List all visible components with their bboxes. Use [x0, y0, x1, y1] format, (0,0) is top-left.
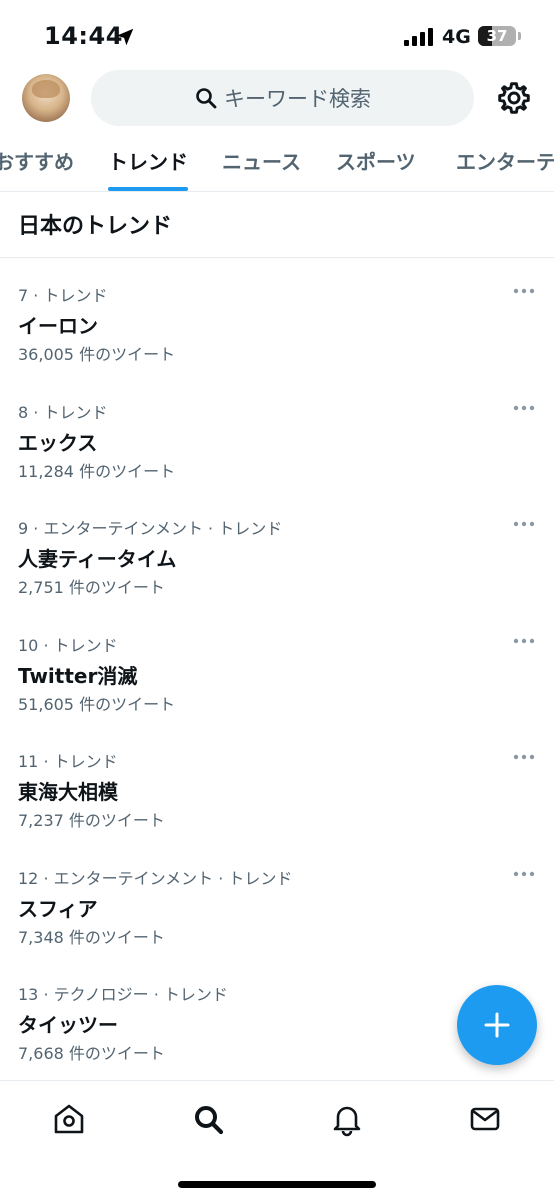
section-title: 日本のトレンド: [18, 214, 173, 239]
home-indicator: [178, 1181, 376, 1188]
more-icon[interactable]: [512, 869, 536, 879]
tab-recommended[interactable]: おすすめ: [0, 146, 74, 175]
home-icon[interactable]: [49, 1099, 89, 1139]
active-tab-indicator: [108, 187, 188, 191]
trend-name: 東海大相模: [18, 780, 118, 804]
trend-count: 2,751 件のツイート: [18, 578, 165, 597]
trend-meta: 9 · エンターテインメント · トレンド: [18, 519, 283, 538]
trend-list: 7 · トレンド イーロン 36,005 件のツイート 8 · トレンド エック…: [0, 266, 554, 1082]
trend-count: 7,237 件のツイート: [18, 811, 165, 830]
trend-name: スフィア: [18, 896, 98, 921]
trend-item[interactable]: 10 · トレンド Twitter消滅 51,605 件のツイート: [0, 616, 554, 733]
battery-icon: 37: [478, 26, 516, 46]
more-icon[interactable]: [512, 752, 536, 762]
trend-item[interactable]: 12 · エンターテインメント · トレンド スフィア 7,348 件のツイート: [0, 849, 554, 966]
plus-icon: [484, 1012, 510, 1038]
tab-news[interactable]: ニュース: [222, 146, 301, 175]
trend-count: 7,348 件のツイート: [18, 927, 165, 947]
search-icon: [196, 88, 217, 109]
search-input[interactable]: キーワード検索: [91, 70, 474, 126]
trend-name: タイッツー: [18, 1013, 118, 1037]
tab-sports[interactable]: スポーツ: [336, 146, 416, 175]
trend-meta: 12 · エンターテインメント · トレンド: [18, 868, 293, 888]
location-arrow-icon: [116, 28, 134, 46]
network-type: 4G: [442, 26, 471, 48]
trend-name: Twitter消滅: [18, 663, 138, 688]
compose-button[interactable]: [457, 985, 537, 1065]
search-icon[interactable]: [188, 1099, 228, 1139]
mail-icon[interactable]: [465, 1099, 505, 1139]
trend-item[interactable]: 9 · エンターテインメント · トレンド 人妻ティータイム 2,751 件のツ…: [0, 499, 554, 616]
avatar[interactable]: [22, 74, 70, 122]
status-time: 14:44: [44, 22, 123, 50]
trend-item[interactable]: 7 · トレンド イーロン 36,005 件のツイート: [0, 266, 554, 383]
more-icon[interactable]: [512, 403, 536, 413]
bottom-nav: [0, 1080, 554, 1199]
battery-cap: [518, 32, 521, 40]
trend-item[interactable]: 8 · トレンド エックス 11,284 件のツイート: [0, 383, 554, 500]
more-icon[interactable]: [512, 636, 536, 646]
battery-level: 37: [486, 27, 508, 45]
more-icon[interactable]: [512, 519, 536, 529]
more-icon[interactable]: [512, 286, 536, 296]
trend-meta: 7 · トレンド: [18, 286, 108, 305]
trend-count: 11,284 件のツイート: [18, 461, 176, 481]
status-bar: 14:44 4G 37: [0, 0, 554, 70]
signal-bars-icon: [404, 28, 434, 46]
trend-count: 51,605 件のツイート: [18, 694, 176, 714]
explore-tabs: おすすめ トレンド ニュース スポーツ エンターテ: [0, 128, 554, 192]
trend-meta: 8 · トレンド: [18, 402, 108, 422]
tab-trending[interactable]: トレンド: [108, 146, 188, 175]
trend-count: 7,668 件のツイート: [18, 1044, 165, 1063]
gear-icon[interactable]: [496, 80, 532, 116]
trend-meta: 10 · トレンド: [18, 635, 118, 655]
divider: [0, 257, 554, 258]
trend-item[interactable]: 11 · トレンド 東海大相模 7,237 件のツイート: [0, 732, 554, 849]
trend-name: イーロン: [18, 314, 98, 338]
search-placeholder: キーワード検索: [224, 87, 371, 111]
trend-count: 36,005 件のツイート: [18, 345, 176, 364]
bell-icon[interactable]: [327, 1099, 367, 1139]
trend-name: エックス: [18, 430, 98, 455]
trend-meta: 11 · トレンド: [18, 752, 118, 771]
trend-name: 人妻ティータイム: [18, 547, 177, 571]
trend-meta: 13 · テクノロジー · トレンド: [18, 985, 228, 1004]
tab-entertainment[interactable]: エンターテ: [456, 146, 554, 175]
